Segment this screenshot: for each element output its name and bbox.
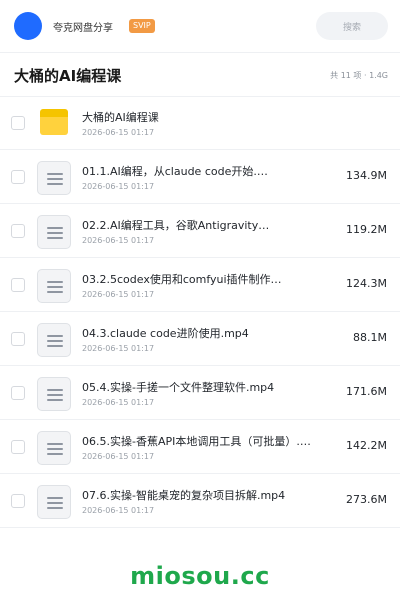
list-item[interactable]: 大桶的AI编程课 2026-06-15 01:17 [0,96,400,150]
search-button[interactable]: 搜索 [316,12,388,40]
item-icon-wrap [37,269,71,303]
svip-badge: SVIP [129,19,155,33]
file-size: 171.6M [346,385,387,398]
select-checkbox[interactable] [11,440,25,454]
file-date: 2026-06-15 01:17 [82,506,155,515]
select-checkbox[interactable] [11,278,25,292]
item-icon-wrap [37,161,71,195]
list-item[interactable]: 02.2.AI编程工具，谷歌Antigravity… 2026-06-15 01:… [0,204,400,258]
video-file-icon [37,323,71,357]
page-title: 大桶的AI编程课 [14,66,122,85]
file-size: 124.3M [346,277,387,290]
file-date: 2026-06-15 01:17 [82,182,155,191]
video-file-icon [37,485,71,519]
title-bar: 大桶的AI编程课 共 11 项 · 1.4G [0,54,400,96]
item-icon-wrap [37,323,71,357]
brand-name: 夸克网盘分享 [53,22,113,34]
file-name: 06.5.实操-香蕉API本地调用工具（可批量）.… [82,435,311,448]
file-size: 119.2M [346,223,387,236]
item-icon-wrap [37,377,71,411]
file-size: 142.2M [346,439,387,452]
file-name: 02.2.AI编程工具，谷歌Antigravity… [82,219,270,232]
list-item[interactable]: 03.2.5codex使用和comfyui插件制作… 2026-06-15 01:… [0,258,400,312]
item-icon-wrap [37,107,71,141]
item-count: 共 11 项 · 1.4G [330,70,388,80]
list-item[interactable]: 05.4.实操-手搓一个文件整理软件.mp4 2026-06-15 01:17 17… [0,366,400,420]
list-item[interactable]: 06.5.实操-香蕉API本地调用工具（可批量）.… 2026-06-15 01:… [0,420,400,474]
select-checkbox[interactable] [11,170,25,184]
select-checkbox[interactable] [11,494,25,508]
list-item[interactable]: 01.1.AI编程，从claude code开始.… 2026-06-15 01:… [0,150,400,204]
select-checkbox[interactable] [11,332,25,346]
search-label: 搜索 [342,22,361,33]
folder-icon [40,109,68,135]
file-date: 2026-06-15 01:17 [82,452,155,461]
list-item[interactable]: 04.3.claude code进阶使用.mp4 2026-06-15 01:17… [0,312,400,366]
watermark-text: miosou.cc [130,562,270,590]
item-icon-wrap [37,215,71,249]
video-file-icon [37,269,71,303]
video-file-icon [37,431,71,465]
divider [0,527,400,528]
file-date: 2026-06-15 01:17 [82,236,155,245]
file-date: 2026-06-15 01:17 [82,398,155,407]
file-size: 88.1M [353,331,387,344]
list-item[interactable]: 07.6.实操-智能桌宠的复杂项目拆解.mp4 2026-06-15 01:17 2… [0,474,400,528]
select-checkbox[interactable] [11,116,25,130]
select-checkbox[interactable] [11,224,25,238]
video-file-icon [37,161,71,195]
video-file-icon [37,215,71,249]
file-size: 134.9M [346,169,387,182]
file-name: 04.3.claude code进阶使用.mp4 [82,327,249,340]
item-icon-wrap [37,485,71,519]
file-name: 01.1.AI编程，从claude code开始.… [82,165,268,178]
file-name: 07.6.实操-智能桌宠的复杂项目拆解.mp4 [82,489,286,502]
item-icon-wrap [37,431,71,465]
divider [0,52,400,53]
select-checkbox[interactable] [11,386,25,400]
file-date: 2026-06-15 01:17 [82,290,155,299]
file-name: 05.4.实操-手搓一个文件整理软件.mp4 [82,381,275,394]
file-date: 2026-06-15 01:17 [82,344,155,353]
file-date: 2026-06-15 01:17 [82,128,155,137]
file-name: 大桶的AI编程课 [82,111,159,124]
video-file-icon [37,377,71,411]
avatar[interactable] [14,12,42,40]
file-name: 03.2.5codex使用和comfyui插件制作… [82,273,282,286]
file-size: 273.6M [346,493,387,506]
top-bar: 夸克网盘分享 SVIP 搜索 [0,0,400,52]
